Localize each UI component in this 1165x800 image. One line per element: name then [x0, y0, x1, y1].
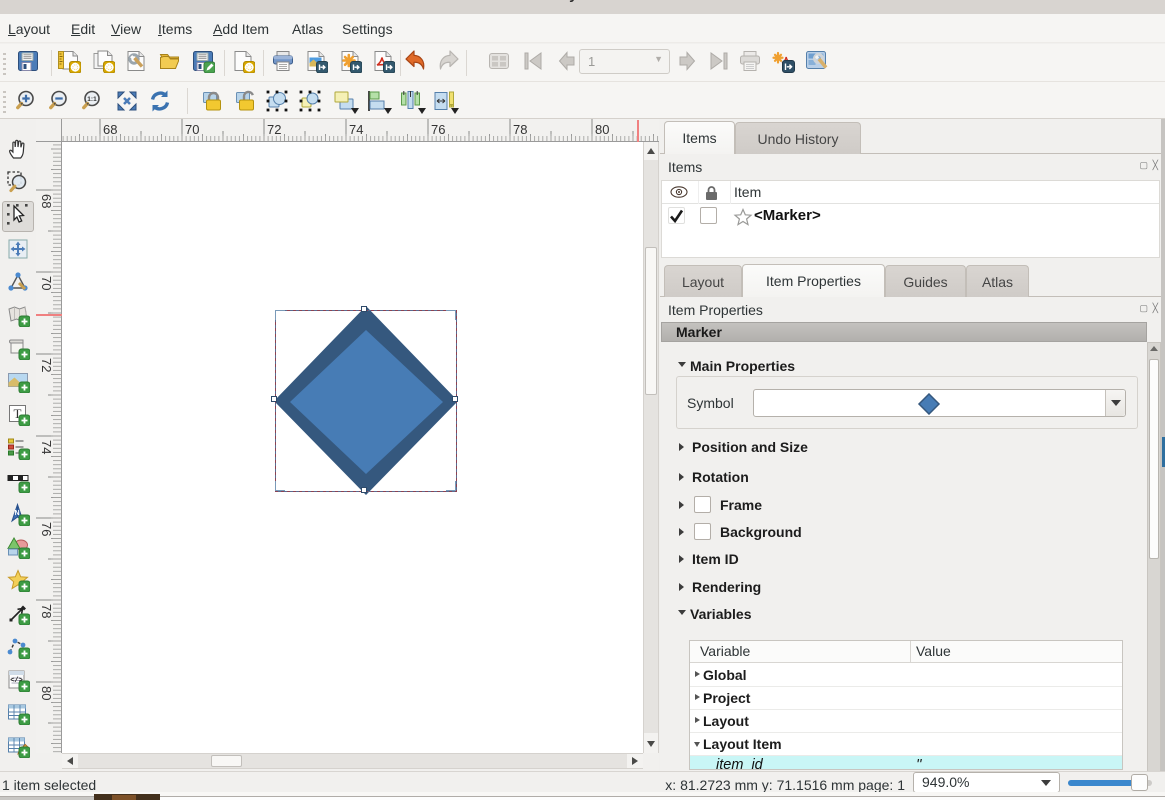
svg-text:70: 70: [39, 276, 54, 290]
svg-text:78: 78: [39, 604, 54, 618]
svg-text:N: N: [14, 510, 19, 517]
svg-text:74: 74: [349, 122, 363, 137]
svg-text:76: 76: [39, 522, 54, 536]
svg-text:70: 70: [185, 122, 199, 137]
svg-text:80: 80: [595, 122, 609, 137]
svg-text:74: 74: [39, 440, 54, 454]
svg-text:68: 68: [39, 194, 54, 208]
svg-text:72: 72: [39, 358, 54, 372]
svg-text:1:1: 1:1: [87, 96, 97, 103]
svg-text:68: 68: [103, 122, 117, 137]
svg-text:78: 78: [513, 122, 527, 137]
svg-text:72: 72: [267, 122, 281, 137]
svg-text:80: 80: [39, 686, 54, 700]
svg-text:76: 76: [431, 122, 445, 137]
